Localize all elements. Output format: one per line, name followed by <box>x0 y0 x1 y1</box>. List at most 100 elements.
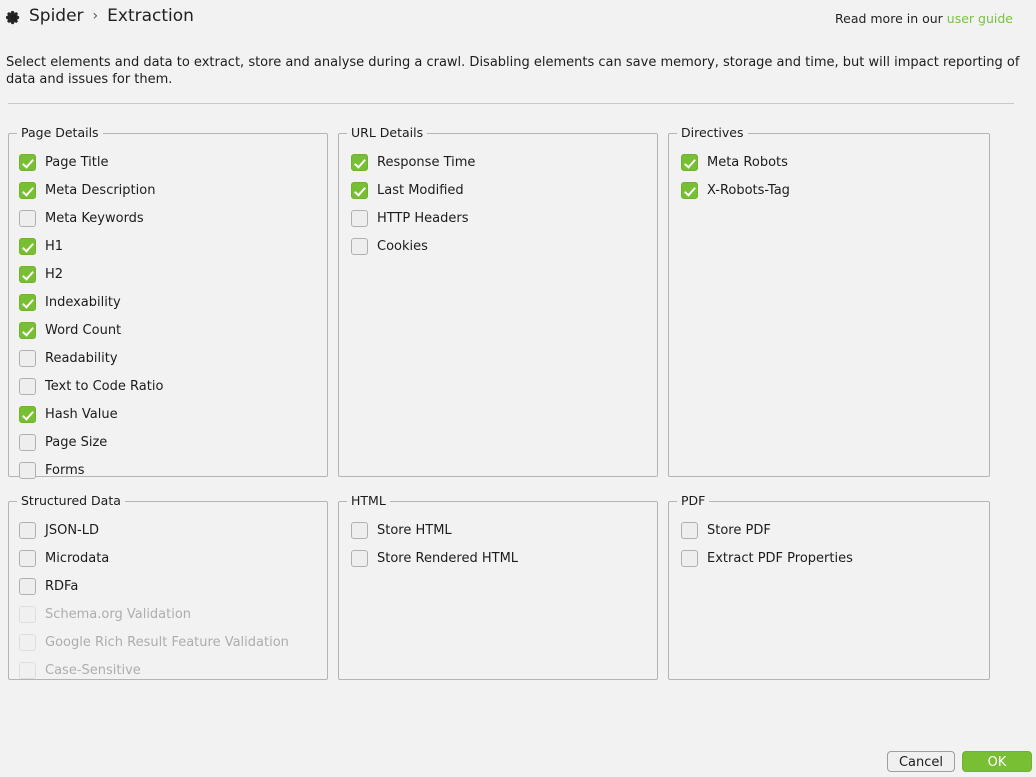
checkbox-row[interactable]: Page Title <box>9 148 327 176</box>
checkbox-row[interactable]: Last Modified <box>339 176 657 204</box>
checkbox-label: Meta Description <box>45 182 156 198</box>
checkbox-unchecked-icon[interactable] <box>19 577 36 595</box>
checkbox-row[interactable]: Hash Value <box>9 400 327 428</box>
checkbox-row[interactable]: JSON-LD <box>9 516 327 544</box>
checkbox-checked-icon[interactable] <box>19 265 36 283</box>
checkbox-checked-icon[interactable] <box>19 153 36 171</box>
dialog-footer: Cancel OK <box>0 735 1036 777</box>
checkbox-checked-icon[interactable] <box>681 181 698 199</box>
checkbox-label: Case-Sensitive <box>45 662 141 678</box>
checkbox-label: Page Size <box>45 434 108 450</box>
checkbox-row[interactable]: Response Time <box>339 148 657 176</box>
checkbox-unchecked-icon[interactable] <box>19 549 36 567</box>
checkbox-checked-icon[interactable] <box>19 321 36 339</box>
checkbox-checked-icon[interactable] <box>19 293 36 311</box>
checkbox-unchecked-icon[interactable] <box>19 461 36 479</box>
checkbox-row[interactable]: Meta Description <box>9 176 327 204</box>
checkbox-unchecked-icon <box>19 605 36 623</box>
group-body-directives: Meta Robots X-Robots-Tag <box>669 134 989 204</box>
description-text: Select elements and data to extract, sto… <box>6 55 1020 87</box>
checkbox-row[interactable]: Readability <box>9 344 327 372</box>
checkbox-unchecked-icon[interactable] <box>19 433 36 451</box>
checkbox-row[interactable]: HTTP Headers <box>339 204 657 232</box>
checkbox-row: Schema.org Validation <box>9 600 327 628</box>
read-more-text: Read more in our user guide <box>835 11 1013 26</box>
group-body-page-details: Page Title Meta Description Meta Keywords H… <box>9 134 327 484</box>
breadcrumb-root[interactable]: Spider <box>29 6 84 26</box>
checkbox-unchecked-icon[interactable] <box>351 521 368 539</box>
checkbox-unchecked-icon[interactable] <box>351 237 368 255</box>
checkbox-label: Response Time <box>377 154 476 170</box>
group-title-pdf: PDF <box>677 494 710 508</box>
checkbox-unchecked-icon[interactable] <box>19 521 36 539</box>
checkbox-label: Cookies <box>377 238 428 254</box>
checkbox-row[interactable]: Page Size <box>9 428 327 456</box>
group-body-url-details: Response Time Last Modified HTTP Headers Co… <box>339 134 657 260</box>
checkbox-checked-icon[interactable] <box>19 181 36 199</box>
checkbox-row[interactable]: Store PDF <box>669 516 989 544</box>
checkbox-row[interactable]: H2 <box>9 260 327 288</box>
checkbox-label: H2 <box>45 266 64 282</box>
checkbox-label: Extract PDF Properties <box>707 550 853 566</box>
checkbox-row[interactable]: Meta Keywords <box>9 204 327 232</box>
group-page-details: Page Details Page Title Meta Description M… <box>8 126 328 479</box>
header-divider <box>8 103 1014 104</box>
checkbox-label: Forms <box>45 462 85 478</box>
checkbox-unchecked-icon[interactable] <box>681 521 698 539</box>
checkbox-unchecked-icon[interactable] <box>19 209 36 227</box>
checkbox-unchecked-icon[interactable] <box>351 549 368 567</box>
checkbox-unchecked-icon <box>19 661 36 679</box>
user-guide-link[interactable]: user guide <box>947 11 1013 26</box>
checkbox-unchecked-icon[interactable] <box>681 549 698 567</box>
checkbox-row[interactable]: RDFa <box>9 572 327 600</box>
checkbox-row[interactable]: Microdata <box>9 544 327 572</box>
group-url-details: URL Details Response Time Last Modified HT… <box>338 126 658 477</box>
checkbox-unchecked-icon <box>19 633 36 651</box>
checkbox-row[interactable]: Extract PDF Properties <box>669 544 989 572</box>
checkbox-label: Page Title <box>45 154 109 170</box>
checkbox-row[interactable]: Store HTML <box>339 516 657 544</box>
checkbox-checked-icon[interactable] <box>351 153 368 171</box>
checkbox-row: Google Rich Result Feature Validation <box>9 628 327 656</box>
cancel-button[interactable]: Cancel <box>887 751 955 772</box>
group-title-html: HTML <box>347 494 390 508</box>
gear-icon <box>6 10 21 25</box>
checkbox-checked-icon[interactable] <box>19 405 36 423</box>
checkbox-row[interactable]: Store Rendered HTML <box>339 544 657 572</box>
checkbox-row[interactable]: Cookies <box>339 232 657 260</box>
ok-button[interactable]: OK <box>962 751 1032 772</box>
checkbox-row[interactable]: Meta Robots <box>669 148 989 176</box>
group-directives: Directives Meta Robots X-Robots-Tag <box>668 126 990 477</box>
group-title-page-details: Page Details <box>17 126 103 140</box>
dialog-header: Spider › Extraction Read more in our use… <box>0 0 1036 40</box>
checkbox-unchecked-icon[interactable] <box>351 209 368 227</box>
checkbox-label: Schema.org Validation <box>45 606 192 622</box>
breadcrumb-separator-icon: › <box>92 8 99 24</box>
checkbox-unchecked-icon[interactable] <box>19 377 36 395</box>
group-body-pdf: Store PDF Extract PDF Properties <box>669 502 989 572</box>
checkbox-label: Last Modified <box>377 182 464 198</box>
group-title-structured-data: Structured Data <box>17 494 125 508</box>
checkbox-row: Case-Sensitive <box>9 656 327 684</box>
checkbox-label: Hash Value <box>45 406 118 422</box>
checkbox-row[interactable]: Forms <box>9 456 327 484</box>
group-structured-data: Structured Data JSON-LD Microdata RDFa Sche… <box>8 494 328 680</box>
group-html: HTML Store HTML Store Rendered HTML <box>338 494 658 680</box>
group-title-url-details: URL Details <box>347 126 428 140</box>
checkbox-row[interactable]: Text to Code Ratio <box>9 372 327 400</box>
read-more-prefix: Read more in our <box>835 11 943 26</box>
checkbox-checked-icon[interactable] <box>19 237 36 255</box>
group-body-structured-data: JSON-LD Microdata RDFa Schema.org Validatio… <box>9 502 327 684</box>
breadcrumb-current: Extraction <box>107 6 194 26</box>
checkbox-checked-icon[interactable] <box>351 181 368 199</box>
checkbox-label: X-Robots-Tag <box>707 182 790 198</box>
checkbox-label: Store Rendered HTML <box>377 550 519 566</box>
checkbox-row[interactable]: Indexability <box>9 288 327 316</box>
checkbox-row[interactable]: X-Robots-Tag <box>669 176 989 204</box>
checkbox-label: H1 <box>45 238 64 254</box>
checkbox-checked-icon[interactable] <box>681 153 698 171</box>
checkbox-label: Meta Robots <box>707 154 788 170</box>
checkbox-row[interactable]: Word Count <box>9 316 327 344</box>
checkbox-unchecked-icon[interactable] <box>19 349 36 367</box>
checkbox-row[interactable]: H1 <box>9 232 327 260</box>
